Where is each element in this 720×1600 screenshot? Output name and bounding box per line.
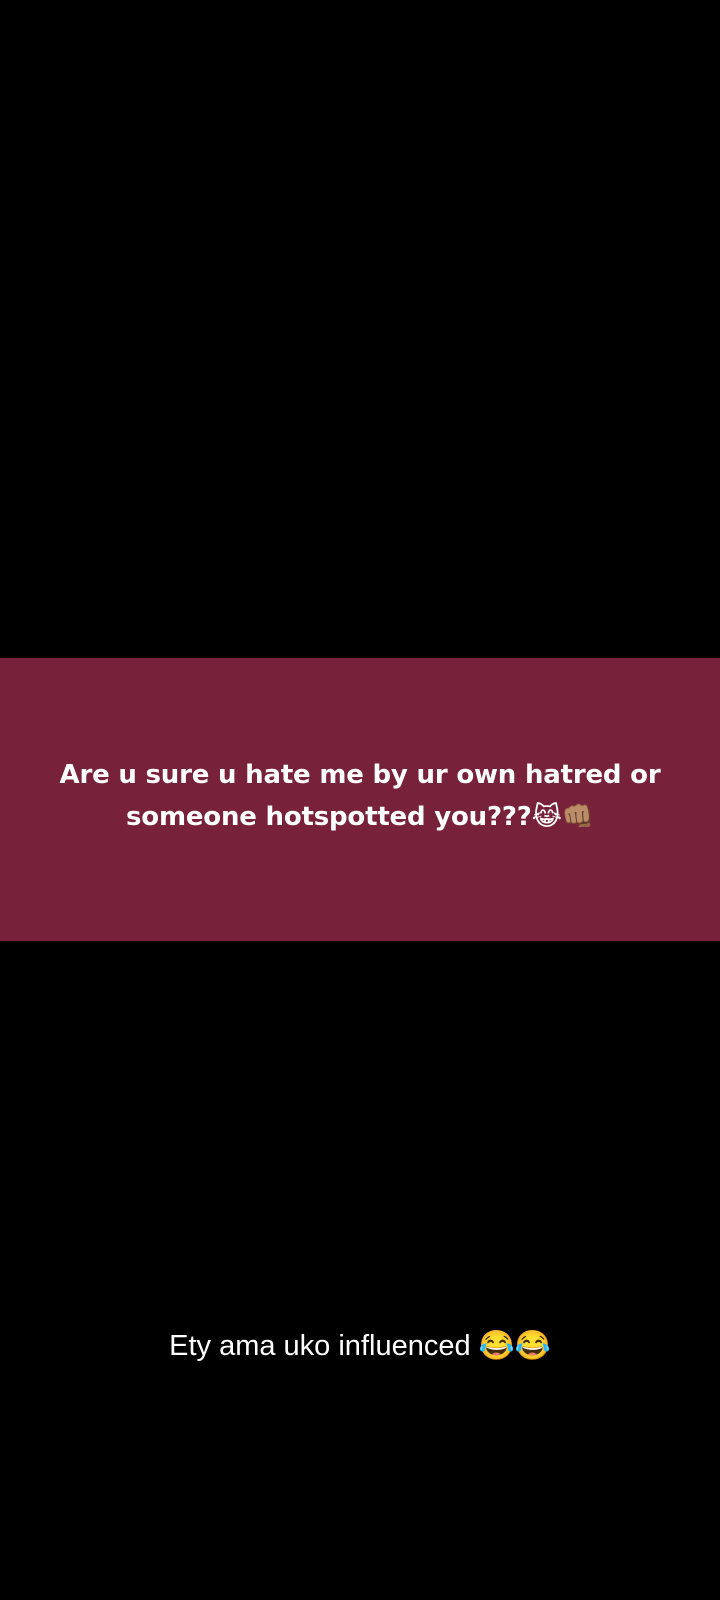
status-caption: Ety ama uko influenced 😂😂 [169, 1330, 551, 1362]
post-text: Are u sure u hate me by ur own hatred or… [59, 759, 661, 832]
status-media-post[interactable]: Are u sure u hate me by ur own hatred or… [0, 658, 720, 941]
